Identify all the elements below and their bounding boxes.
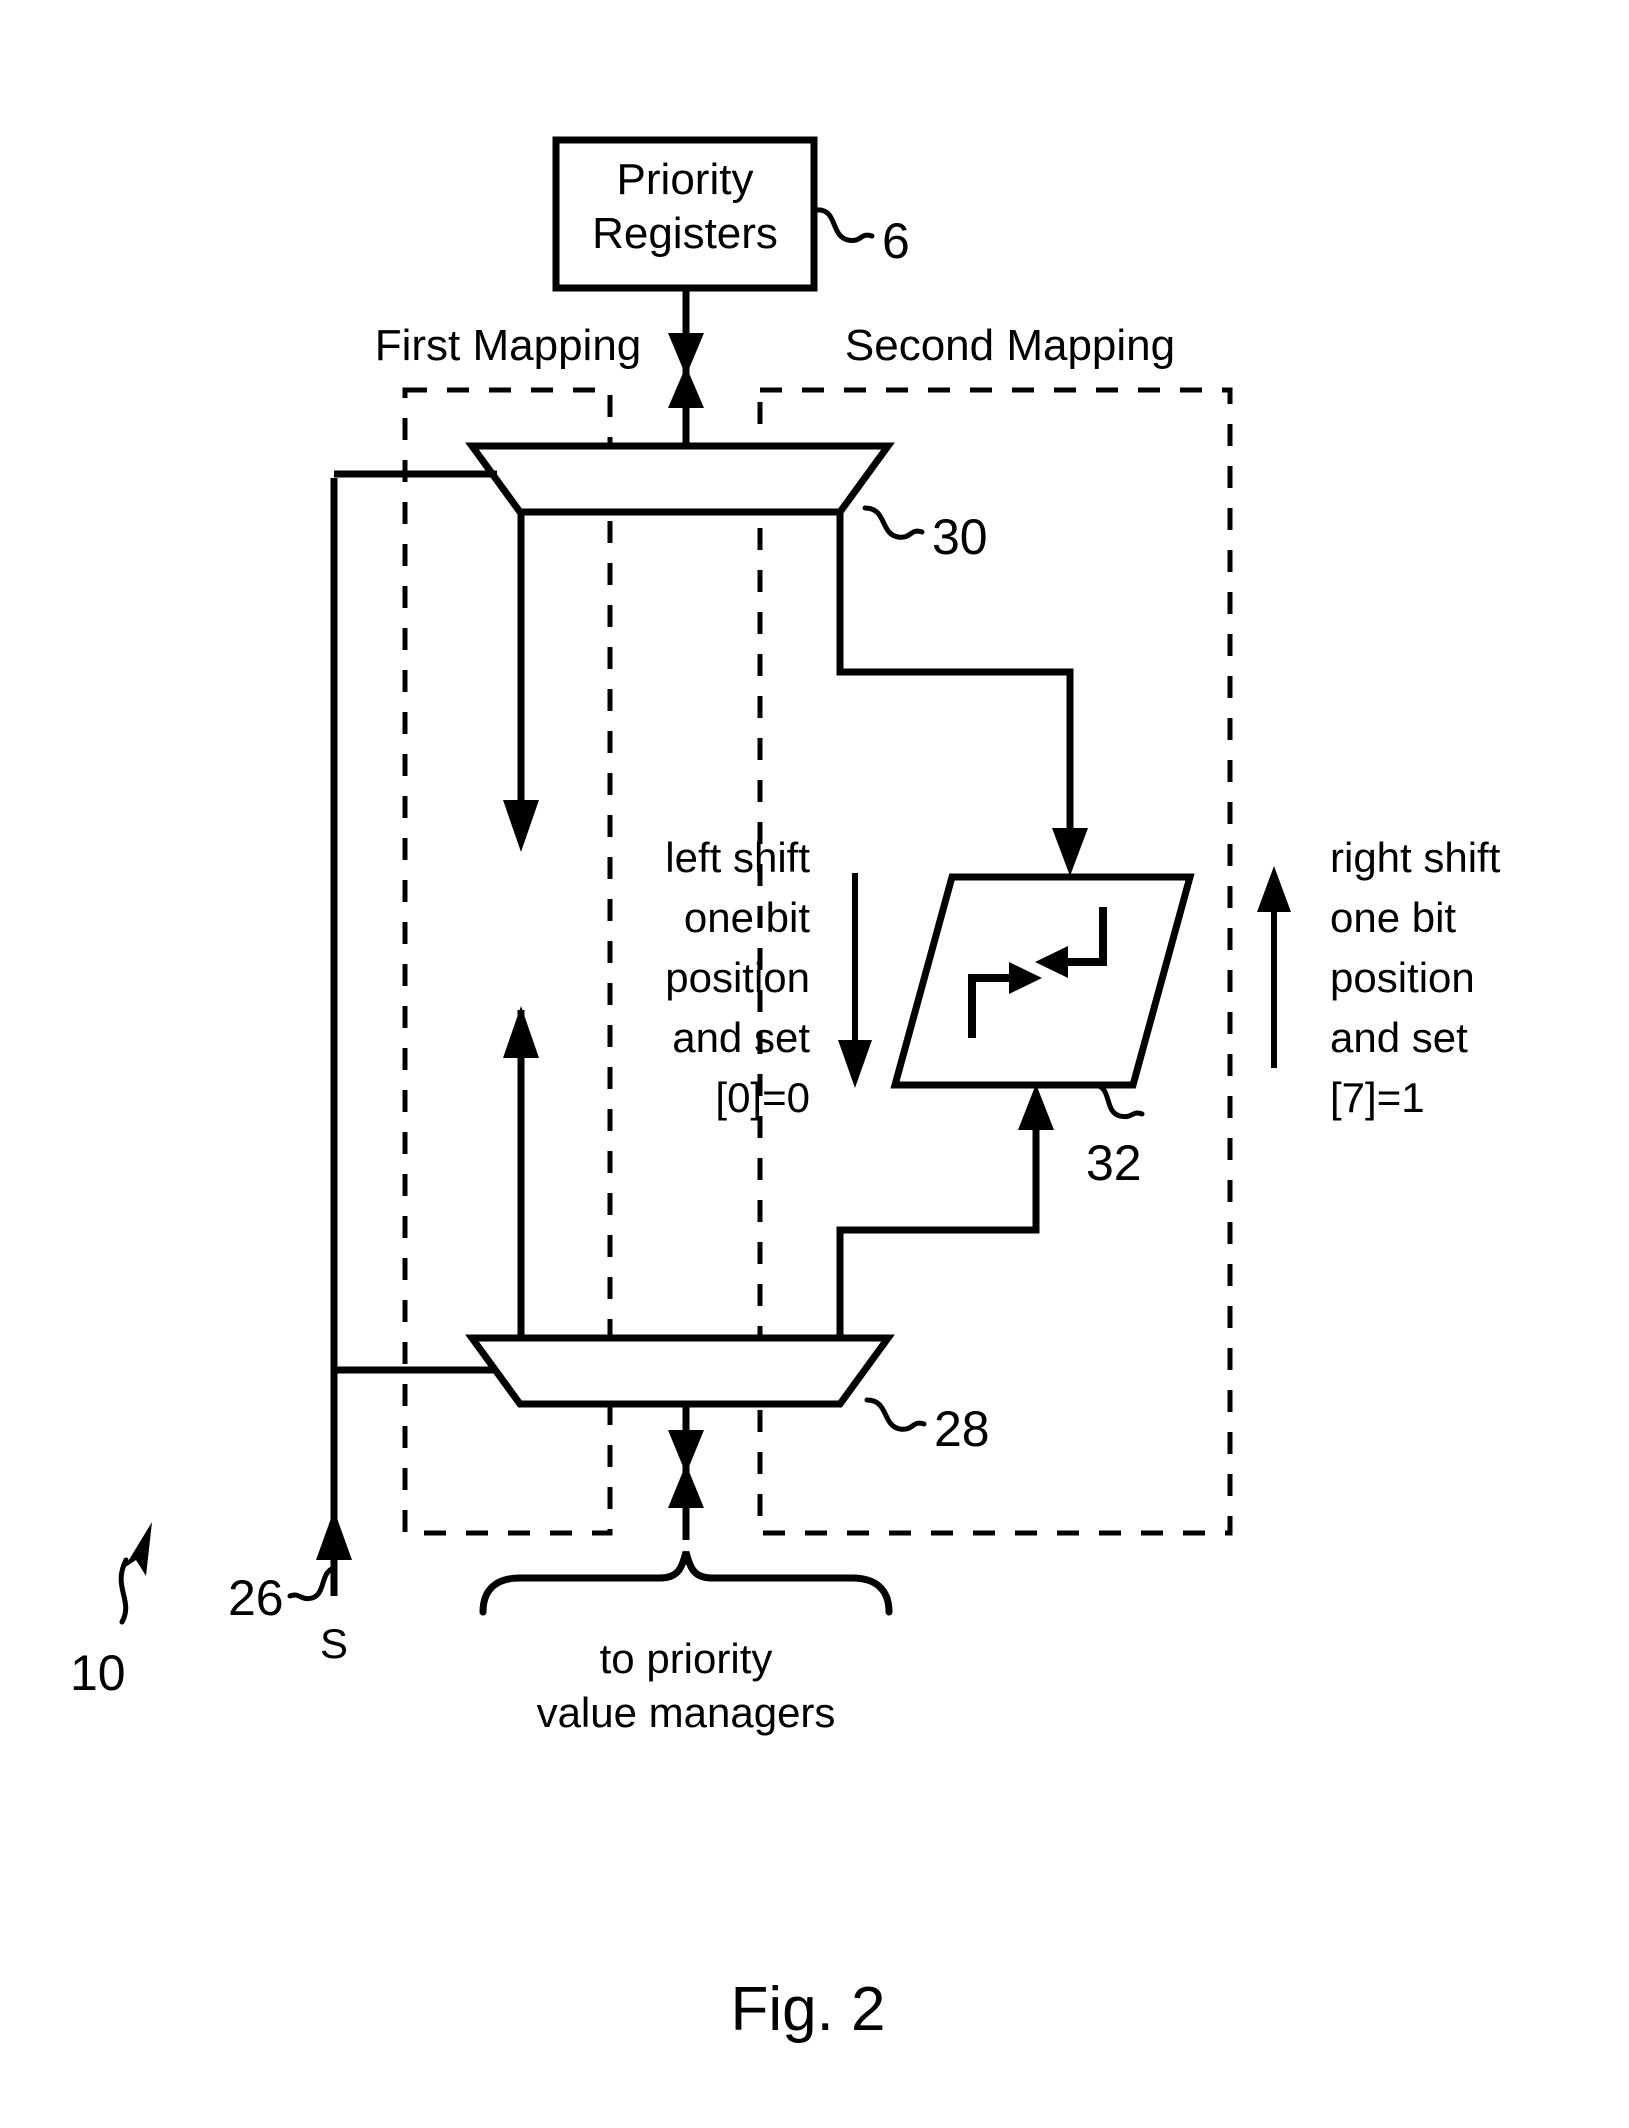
first-mapping-label: First Mapping [375,321,642,370]
priority-registers-ref-number: 6 [882,213,910,269]
patent-figure-diagram: First Mapping Second Mapping Priority Re… [0,0,1629,2128]
left-shift-line5: [0]=0 [715,1074,810,1121]
left-shift-line4: and set [672,1014,810,1061]
right-shift-line4: and set [1330,1014,1468,1061]
right-shift-line5: [7]=1 [1330,1074,1425,1121]
mux-top-trapezoid[interactable] [465,442,895,516]
select-signal-label: S [320,1620,348,1667]
overall-ref-number: 10 [70,1645,126,1701]
page-background [0,0,1629,2128]
mux-bottom-trapezoid[interactable] [465,1334,895,1408]
left-shift-line1: left shift [665,834,810,881]
figure-root: First Mapping Second Mapping Priority Re… [0,0,1629,2128]
mux-bottom-ref-number: 28 [934,1401,990,1457]
right-shift-line2: one bit [1330,894,1456,941]
left-shift-line2: one bit [684,894,810,941]
figure-caption: Fig. 2 [730,1975,885,2044]
output-destination-line2: value managers [537,1689,836,1736]
right-shift-line1: right shift [1330,834,1501,881]
right-shift-line3: position [1330,954,1475,1001]
output-destination-line1: to priority [600,1635,773,1682]
left-shift-line3: position [665,954,810,1001]
mux-top-ref-number: 30 [932,509,988,565]
select-signal-ref-number: 26 [228,1570,284,1626]
priority-registers-label-line1: Priority [617,155,754,204]
rotator-ref-number: 32 [1086,1135,1142,1191]
priority-registers-label-line2: Registers [592,209,778,258]
second-mapping-label: Second Mapping [845,321,1175,370]
